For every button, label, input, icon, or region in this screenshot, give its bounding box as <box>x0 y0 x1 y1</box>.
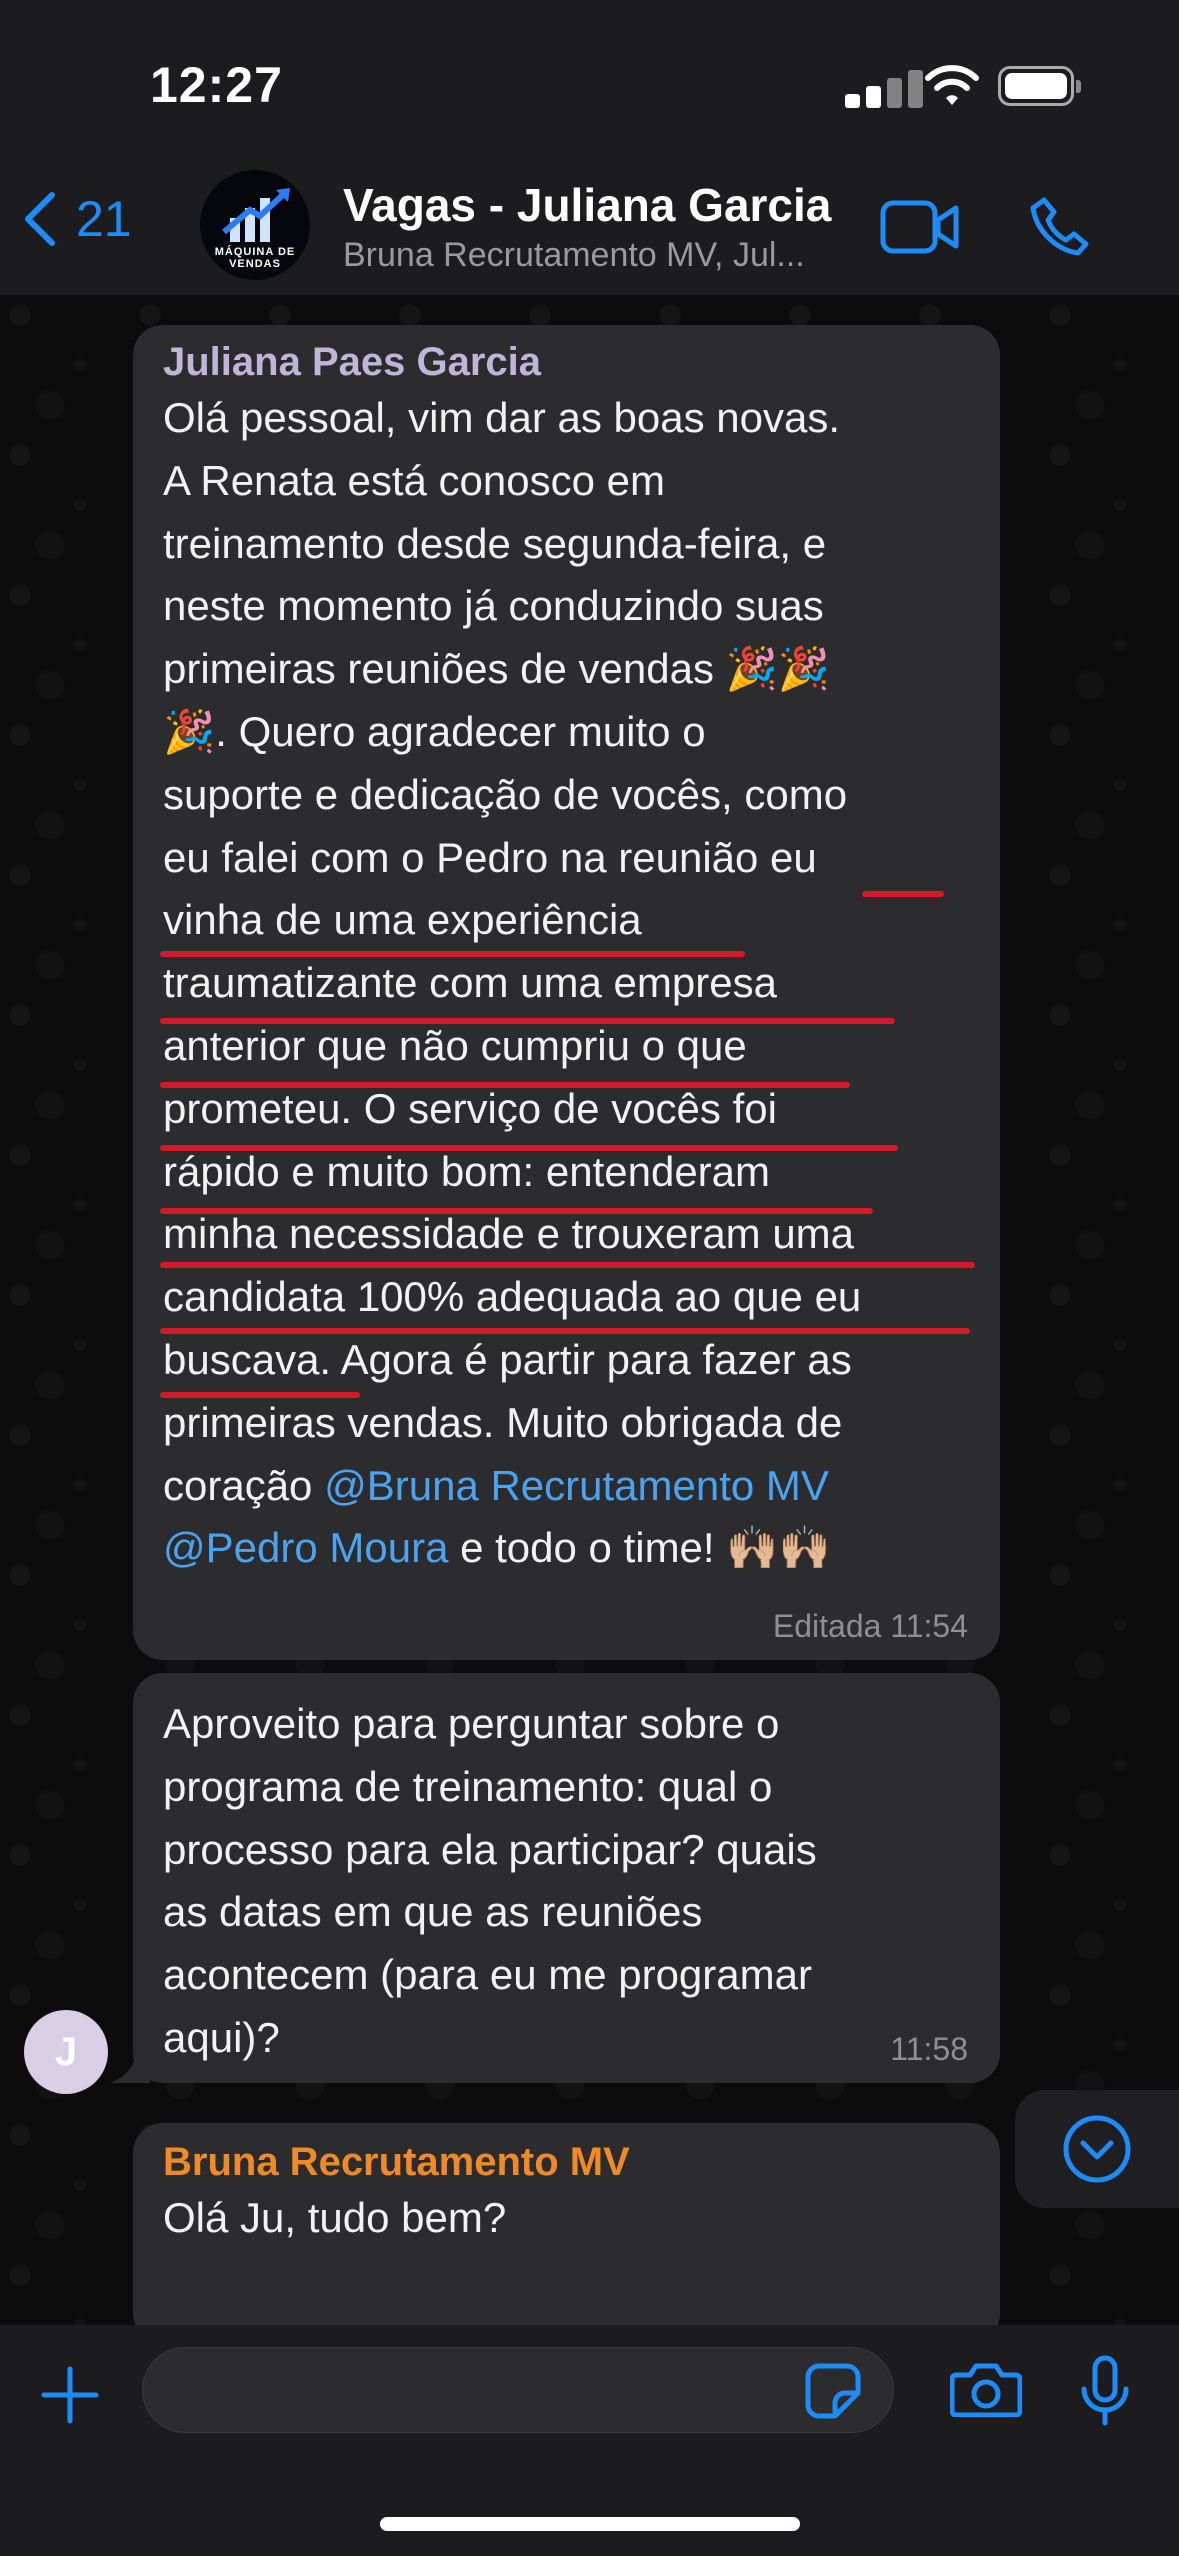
message-text: Olá Ju, tudo bem? <box>163 2187 970 2250</box>
message-line: processo para ela participar? quais <box>163 1825 817 1873</box>
message-input[interactable] <box>142 2347 894 2433</box>
underline-annotation <box>160 1082 850 1088</box>
message-fragment: e todo o time! 🙌🏼🙌🏼 <box>448 1524 831 1572</box>
video-call-icon[interactable] <box>880 200 960 254</box>
bar-chart-arrow-icon <box>222 188 290 242</box>
message-sender: Juliana Paes Garcia <box>163 340 542 384</box>
underline-annotation <box>160 1018 895 1024</box>
message-timestamp: 11:58 <box>890 2031 968 2067</box>
message-bubble[interactable]: Juliana Paes Garcia Olá pessoal, vim dar… <box>133 325 1000 1660</box>
message-line: acontecem (para eu me programar <box>163 1951 812 1999</box>
back-button[interactable]: 21 <box>22 190 132 248</box>
camera-icon[interactable] <box>950 2361 1022 2417</box>
message-line: coração @Bruna Recrutamento MV <box>163 1455 970 1518</box>
message-line: eu falei com o Pedro na reunião eu <box>163 833 817 881</box>
message-timestamp: Editada 11:54 <box>772 1608 968 1644</box>
home-indicator <box>380 2517 800 2531</box>
chat-header: 21 MÁQUINA DE VENDAS Vagas - Juliana Gar… <box>0 160 1179 295</box>
message-bubble[interactable]: Aproveito para perguntar sobre o program… <box>133 1673 1000 2083</box>
mention-link[interactable]: @Pedro Moura <box>163 1524 448 1571</box>
bubble-tail <box>110 2050 150 2083</box>
underline-annotation <box>862 891 944 897</box>
message-line: primeiras reuniões de vendas 🎉🎉 <box>163 645 831 693</box>
message-line: suporte e dedicação de vocês, como <box>163 770 848 818</box>
status-bar: 12:27 <box>0 0 1179 160</box>
message-line: as datas em que as reuniões <box>163 1888 703 1936</box>
message-fragment: coração <box>163 1461 325 1509</box>
sticker-icon[interactable] <box>805 2363 861 2419</box>
mention-link[interactable]: @Bruna Recrutamento MV <box>324 1462 829 1509</box>
message-line: buscava. Agora é partir para fazer as <box>163 1335 852 1383</box>
scroll-to-bottom-button[interactable] <box>1015 2090 1179 2208</box>
message-bubble[interactable]: Bruna Recrutamento MV Olá Ju, tudo bem? <box>133 2123 1000 2343</box>
message-line: Olá Ju, tudo bem? <box>163 2194 507 2241</box>
message-text: Olá pessoal, vim dar as boas novas. A Re… <box>163 387 970 1580</box>
status-time: 12:27 <box>150 57 283 113</box>
battery-icon <box>998 66 1081 106</box>
microphone-icon[interactable] <box>1080 2355 1130 2427</box>
cellular-signal-icon <box>845 66 927 108</box>
chevron-left-icon <box>25 192 55 246</box>
underline-annotation <box>160 1208 873 1214</box>
chevron-down-circle-icon <box>1063 2115 1131 2183</box>
message-line: primeiras vendas. Muito obrigada de <box>163 1398 843 1446</box>
message-line: treinamento desde segunda-feira, e <box>163 519 827 567</box>
avatar-logo-text: MÁQUINA DE VENDAS <box>214 246 296 270</box>
message-line: Olá pessoal, vim dar as boas novas. <box>163 394 841 441</box>
message-line: programa de treinamento: qual o <box>163 1762 773 1810</box>
message-line: aqui)? <box>163 2013 280 2061</box>
message-line: candidata 100% adequada ao que eu <box>163 1273 862 1321</box>
wifi-icon <box>925 65 979 105</box>
chat-subtitle[interactable]: Bruna Recrutamento MV, Jul... <box>343 236 805 275</box>
message-line: A Renata está conosco em <box>163 456 665 504</box>
message-line: Aproveito para perguntar sobre o <box>163 1700 780 1747</box>
group-avatar[interactable]: MÁQUINA DE VENDAS <box>200 170 310 280</box>
unread-count: 21 <box>76 191 132 247</box>
message-line: anterior que não cumpriu o que <box>163 1021 747 1069</box>
underline-annotation <box>160 1392 360 1398</box>
message-text: Aproveito para perguntar sobre o program… <box>163 1693 970 2070</box>
message-line: traumatizante com uma empresa <box>163 959 777 1007</box>
phone-icon[interactable] <box>1030 196 1090 256</box>
sender-avatar[interactable]: J <box>24 2010 108 2094</box>
message-line: vinha de uma experiência <box>163 896 642 944</box>
message-sender: Bruna Recrutamento MV <box>163 2140 630 2184</box>
underline-annotation <box>160 1262 975 1268</box>
underline-annotation <box>160 1145 898 1151</box>
chat-title[interactable]: Vagas - Juliana Garcia <box>343 178 831 232</box>
underline-annotation <box>160 1328 970 1334</box>
plus-icon[interactable] <box>40 2365 100 2425</box>
message-line: 🎉. Quero agradecer muito o <box>163 707 706 755</box>
composer-bar <box>0 2325 1179 2556</box>
underline-annotation <box>160 951 745 957</box>
message-line: @Pedro Moura e todo o time! 🙌🏼🙌🏼 <box>163 1517 970 1580</box>
message-line: neste momento já conduzindo suas <box>163 582 824 630</box>
